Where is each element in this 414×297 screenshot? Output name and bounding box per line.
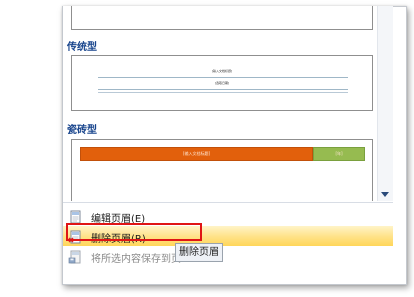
thumb-rule (98, 77, 348, 78)
highlight-outline (66, 223, 202, 241)
page-icon (68, 209, 82, 224)
tile-year-block: [年] (313, 147, 365, 161)
save-page-icon (68, 249, 82, 264)
section-label-tile: 瓷砖型 (67, 125, 97, 136)
menu-item-label: 将所选内容保存到页 (91, 254, 181, 265)
thumb-caption-title: [输入文档标题] (211, 69, 233, 73)
thumb-rule (98, 89, 348, 90)
section-label-traditional: 传统型 (67, 42, 97, 53)
header-thumbnail-traditional[interactable]: [输入文档标题] [选取日期] (71, 55, 373, 111)
tile-title-block: [输入文档标题] (80, 147, 313, 161)
thumb-caption-date: [选取日期] (214, 81, 230, 85)
menu-item-save-selection[interactable]: 将所选内容保存到页 (63, 246, 393, 266)
gallery-scrollbar[interactable] (377, 6, 393, 201)
scroll-down-arrow-icon[interactable] (381, 192, 389, 197)
header-gallery: 传统型 [输入文档标题] [选取日期] 瓷砖型 [输入文档标题] [年] (63, 6, 377, 201)
tooltip: 删除页眉 (175, 243, 223, 262)
header-thumbnail-previous[interactable] (71, 6, 373, 30)
header-thumbnail-tile[interactable]: [输入文档标题] [年] (71, 139, 373, 201)
tile-header-bar: [输入文档标题] [年] (80, 147, 365, 161)
thumb-rule (98, 92, 348, 93)
